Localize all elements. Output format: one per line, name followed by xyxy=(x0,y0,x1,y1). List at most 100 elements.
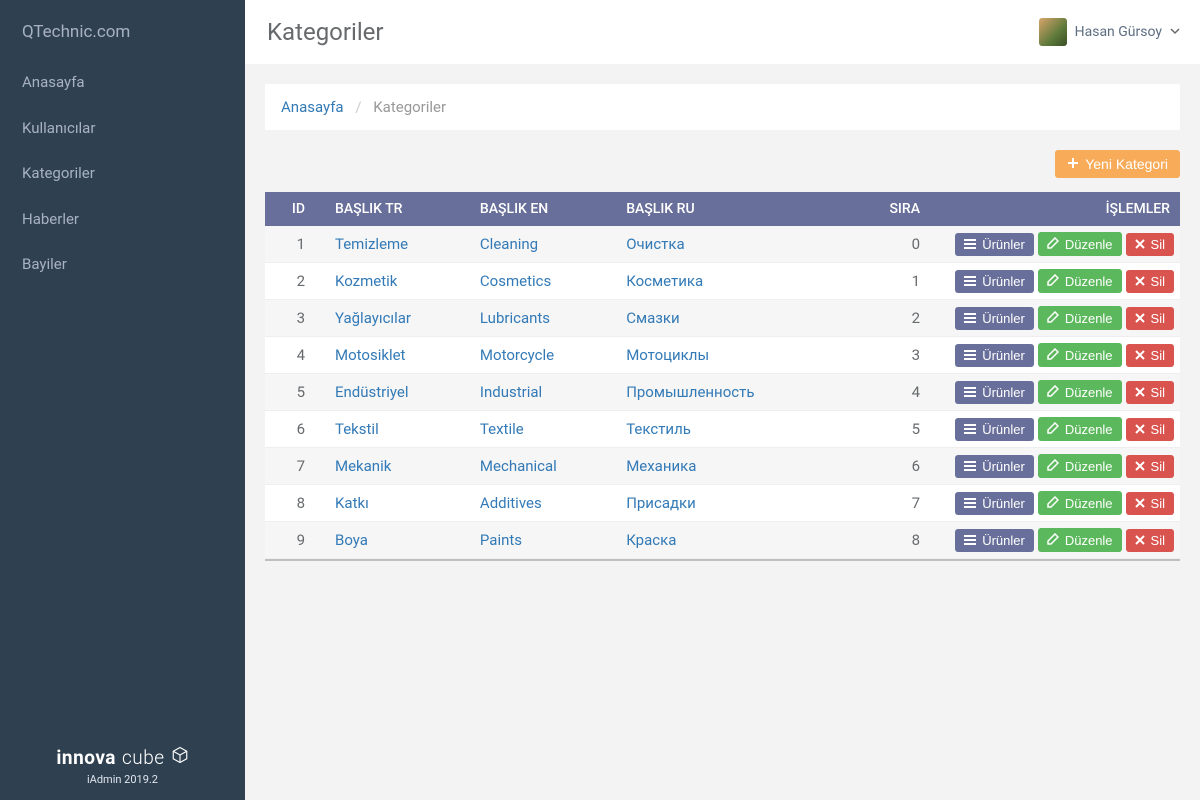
cell-title-en[interactable]: Cosmetics xyxy=(470,263,616,300)
list-icon xyxy=(964,275,976,288)
products-button[interactable]: Ürünler xyxy=(955,492,1034,515)
edit-button[interactable]: Düzenle xyxy=(1038,417,1122,441)
cell-order: 6 xyxy=(840,448,940,485)
cell-title-ru[interactable]: Смазки xyxy=(616,300,840,337)
products-button[interactable]: Ürünler xyxy=(955,455,1034,478)
table-bottom-border xyxy=(265,559,1180,561)
cell-title-tr[interactable]: Tekstil xyxy=(325,411,470,448)
cell-title-ru[interactable]: Текстиль xyxy=(616,411,840,448)
products-label: Ürünler xyxy=(982,386,1025,399)
edit-button[interactable]: Düzenle xyxy=(1038,269,1122,293)
products-button[interactable]: Ürünler xyxy=(955,381,1034,404)
list-icon xyxy=(964,423,976,436)
cell-order: 7 xyxy=(840,485,940,522)
cell-title-ru[interactable]: Очистка xyxy=(616,226,840,263)
footer-logo-bold: innova xyxy=(56,746,116,769)
delete-button[interactable]: Sil xyxy=(1126,344,1174,367)
edit-button[interactable]: Düzenle xyxy=(1038,380,1122,404)
cell-title-en[interactable]: Industrial xyxy=(470,374,616,411)
sidebar-item-anasayfa[interactable]: Anasayfa xyxy=(0,60,245,106)
products-label: Ürünler xyxy=(982,534,1025,547)
breadcrumb-home[interactable]: Anasayfa xyxy=(281,98,344,116)
delete-button[interactable]: Sil xyxy=(1126,270,1174,293)
col-order: SIRA xyxy=(840,192,940,226)
edit-icon xyxy=(1047,348,1059,362)
cell-title-tr[interactable]: Endüstriyel xyxy=(325,374,470,411)
cell-order: 0 xyxy=(840,226,940,263)
edit-button[interactable]: Düzenle xyxy=(1038,232,1122,256)
cell-title-ru[interactable]: Промышленность xyxy=(616,374,840,411)
products-button[interactable]: Ürünler xyxy=(955,418,1034,441)
cell-title-tr[interactable]: Kozmetik xyxy=(325,263,470,300)
cell-title-en[interactable]: Lubricants xyxy=(470,300,616,337)
edit-label: Düzenle xyxy=(1065,312,1113,325)
edit-label: Düzenle xyxy=(1065,386,1113,399)
edit-icon xyxy=(1047,533,1059,547)
cell-id: 1 xyxy=(265,226,325,263)
delete-button[interactable]: Sil xyxy=(1126,455,1174,478)
new-category-button[interactable]: Yeni Kategori xyxy=(1055,150,1180,178)
delete-label: Sil xyxy=(1151,423,1165,436)
delete-button[interactable]: Sil xyxy=(1126,492,1174,515)
delete-button[interactable]: Sil xyxy=(1126,381,1174,404)
sidebar-item-kategoriler[interactable]: Kategoriler xyxy=(0,151,245,197)
cell-title-en[interactable]: Additives xyxy=(470,485,616,522)
table-row: 8KatkıAdditivesПрисадки7 Ürünler Düzenle Si… xyxy=(265,485,1180,522)
close-icon xyxy=(1135,460,1145,473)
cell-title-en[interactable]: Textile xyxy=(470,411,616,448)
edit-button[interactable]: Düzenle xyxy=(1038,343,1122,367)
close-icon xyxy=(1135,534,1145,547)
list-icon xyxy=(964,349,976,362)
col-title-en: BAŞLIK EN xyxy=(470,192,616,226)
cell-title-en[interactable]: Paints xyxy=(470,522,616,559)
cell-order: 1 xyxy=(840,263,940,300)
col-title-ru: BAŞLIK RU xyxy=(616,192,840,226)
cell-actions: Ürünler Düzenle Sil xyxy=(940,300,1180,337)
edit-button[interactable]: Düzenle xyxy=(1038,306,1122,330)
cell-title-ru[interactable]: Косметика xyxy=(616,263,840,300)
table-row: 6TekstilTextileТекстиль5ÜrünlerDüzenleSi… xyxy=(265,411,1180,448)
cell-title-tr[interactable]: Motosiklet xyxy=(325,337,470,374)
cell-title-ru[interactable]: Мотоциклы xyxy=(616,337,840,374)
products-button[interactable]: Ürünler xyxy=(955,529,1034,552)
edit-button[interactable]: Düzenle xyxy=(1038,528,1122,552)
brand[interactable]: QTechnic.com xyxy=(0,0,245,60)
cell-id: 8 xyxy=(265,485,325,522)
delete-button[interactable]: Sil xyxy=(1126,529,1174,552)
cell-id: 9 xyxy=(265,522,325,559)
cell-actions: Ürünler DüzenleSil xyxy=(940,522,1180,559)
products-button[interactable]: Ürünler xyxy=(955,344,1034,367)
delete-button[interactable]: Sil xyxy=(1126,307,1174,330)
close-icon xyxy=(1135,238,1145,251)
cell-title-en[interactable]: Cleaning xyxy=(470,226,616,263)
categories-table: ID BAŞLIK TR BAŞLIK EN BAŞLIK RU SIRA İŞ… xyxy=(265,192,1180,559)
user-menu[interactable]: Hasan Gürsoy xyxy=(1039,18,1180,46)
cell-id: 5 xyxy=(265,374,325,411)
sidebar-item-haberler[interactable]: Haberler xyxy=(0,197,245,243)
cell-actions: ÜrünlerDüzenleSil xyxy=(940,337,1180,374)
cell-title-ru[interactable]: Механика xyxy=(616,448,840,485)
edit-label: Düzenle xyxy=(1065,497,1113,510)
delete-label: Sil xyxy=(1151,460,1165,473)
cell-title-ru[interactable]: Краска xyxy=(616,522,840,559)
sidebar: QTechnic.com Anasayfa Kullanıcılar Kateg… xyxy=(0,0,245,800)
edit-button[interactable]: Düzenle xyxy=(1038,454,1122,478)
products-button[interactable]: Ürünler xyxy=(955,270,1034,293)
cell-title-tr[interactable]: Mekanik xyxy=(325,448,470,485)
avatar xyxy=(1039,18,1067,46)
cell-title-en[interactable]: Mechanical xyxy=(470,448,616,485)
products-button[interactable]: Ürünler xyxy=(955,307,1034,330)
cell-title-tr[interactable]: Temizleme xyxy=(325,226,470,263)
cell-title-tr[interactable]: Katkı xyxy=(325,485,470,522)
cell-title-tr[interactable]: Yağlayıcılar xyxy=(325,300,470,337)
cell-title-en[interactable]: Motorcycle xyxy=(470,337,616,374)
delete-button[interactable]: Sil xyxy=(1126,233,1174,256)
delete-button[interactable]: Sil xyxy=(1126,418,1174,441)
cell-title-ru[interactable]: Присадки xyxy=(616,485,840,522)
products-button[interactable]: Ürünler xyxy=(955,233,1034,256)
sidebar-nav: Anasayfa Kullanıcılar Kategoriler Haberl… xyxy=(0,60,245,288)
edit-button[interactable]: Düzenle xyxy=(1038,491,1122,515)
sidebar-item-kullanicilar[interactable]: Kullanıcılar xyxy=(0,106,245,152)
sidebar-item-bayiler[interactable]: Bayiler xyxy=(0,242,245,288)
cell-title-tr[interactable]: Boya xyxy=(325,522,470,559)
